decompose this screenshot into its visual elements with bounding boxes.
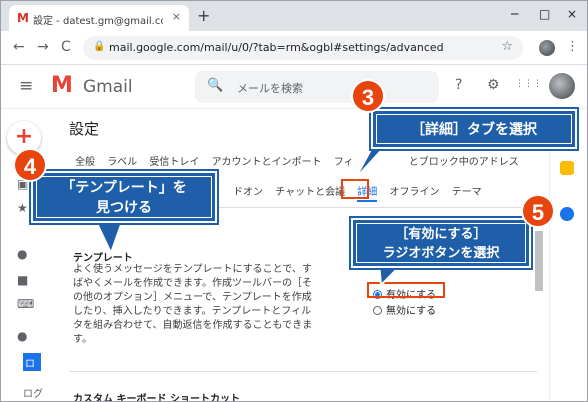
template-disable-option[interactable]: 無効にする	[373, 302, 436, 317]
new-tab-button[interactable]: +	[197, 6, 210, 25]
starred-icon[interactable]: ★	[17, 201, 28, 215]
step-4-badge: 4	[13, 148, 47, 182]
section-divider	[69, 371, 537, 372]
bookmark-star-icon[interactable]: ☆	[501, 39, 513, 54]
callout-border	[36, 176, 212, 218]
callout-select-advanced: ［詳細］タブを選択	[371, 109, 577, 149]
hangouts-chat-icon[interactable]: ●	[17, 329, 27, 343]
help-icon[interactable]: ?	[455, 77, 462, 93]
tab-labels[interactable]: ラベル	[107, 157, 137, 168]
tab-themes[interactable]: テーマ	[452, 187, 482, 198]
forward-button[interactable]: →	[37, 39, 49, 55]
search-box[interactable]: 🔍 メールを検索	[195, 71, 439, 103]
window-close-button[interactable]: ×	[567, 7, 577, 21]
disable-label[interactable]: 無効にする	[386, 306, 436, 317]
browser-tabbar: M 設定 - datest.gm@gmail.com - G × + ─ □ ×	[1, 1, 587, 31]
keep-icon[interactable]	[560, 161, 574, 175]
apps-grid-icon[interactable]: ⋮⋮⋮	[515, 79, 542, 89]
template-description: よく使うメッセージをテンプレートにすることで、すばやくメールを作成できます。作成…	[73, 264, 313, 345]
url-text[interactable]: mail.google.com/mail/u/0/?tab=rm&ogbl#se…	[109, 41, 444, 54]
browser-tab[interactable]: M 設定 - datest.gm@gmail.com - G ×	[9, 5, 189, 31]
label-text[interactable]: ログ	[23, 385, 43, 400]
tab-offline[interactable]: オフライン	[389, 187, 439, 198]
step-5-badge: 5	[521, 194, 555, 228]
step-3-badge: 3	[351, 79, 385, 113]
settings-tabs-row1: 全般 ラベル 受信トレイ アカウントとインポート フィ とブロック中のアドレス	[75, 153, 528, 169]
scrollbar-thumb[interactable]	[535, 231, 543, 291]
callout-border	[356, 223, 526, 263]
tab-accounts[interactable]: アカウントとインポート	[212, 157, 322, 168]
callout-border	[376, 114, 572, 144]
tab-filters-tail[interactable]: とブロック中のアドレス	[409, 157, 519, 168]
minimize-button[interactable]: ─	[511, 7, 518, 21]
address-bar[interactable]: 🔒 mail.google.com/mail/u/0/?tab=rm&ogbl#…	[83, 36, 523, 60]
callout-find-template: 「テンプレート」を 見つける	[31, 171, 217, 223]
callout-select-enable: ［有効にする］ ラジオボタンを選択	[351, 218, 531, 268]
tab-addons[interactable]: ドオン	[233, 187, 263, 198]
search-icon[interactable]: 🔍	[207, 78, 223, 93]
address-toolbar: ← → C 🔒 mail.google.com/mail/u/0/?tab=rm…	[1, 31, 587, 65]
gmail-favicon-icon: M	[17, 11, 29, 25]
reload-button[interactable]: C	[61, 39, 71, 55]
tab-chat[interactable]: チャットと会議	[275, 187, 345, 198]
tab-inbox[interactable]: 受信トレイ	[149, 157, 199, 168]
main-menu-icon[interactable]: ≡	[19, 76, 33, 96]
tab-title: 設定 - datest.gm@gmail.com - G	[33, 16, 163, 27]
browser-menu-icon[interactable]: ⋮	[566, 39, 579, 54]
gmail-logo-icon[interactable]: M	[51, 73, 73, 98]
tab-general[interactable]: 全般	[75, 157, 95, 168]
keyboard-shortcuts-heading: カスタム キーボード ショートカット	[73, 394, 240, 402]
tasks-icon[interactable]	[560, 207, 574, 221]
search-input[interactable]: メールを検索	[237, 80, 303, 96]
account-avatar[interactable]	[549, 73, 575, 99]
label-chip[interactable]: ロ	[23, 353, 41, 371]
gmail-header: ≡ M Gmail 🔍 メールを検索 ? ⚙ ⋮⋮⋮	[1, 65, 587, 109]
keyboard-icon[interactable]: ⌨	[17, 297, 34, 311]
tab-close-icon[interactable]: ×	[172, 10, 181, 23]
hangouts-icon[interactable]: ●	[17, 247, 27, 261]
meet-video-icon[interactable]: ■	[17, 273, 28, 287]
profile-avatar[interactable]	[539, 40, 555, 56]
disable-radio[interactable]	[373, 306, 382, 315]
settings-gear-icon[interactable]: ⚙	[487, 77, 500, 93]
gmail-wordmark[interactable]: Gmail	[83, 77, 133, 97]
maximize-button[interactable]: □	[539, 7, 550, 21]
side-panel	[549, 109, 587, 401]
callout-4-pointer	[93, 219, 125, 256]
browser-window: M 設定 - datest.gm@gmail.com - G × + ─ □ ×…	[0, 0, 588, 402]
lock-icon: 🔒	[93, 41, 106, 52]
back-button[interactable]: ←	[13, 39, 25, 55]
page-title: 設定	[69, 120, 100, 138]
